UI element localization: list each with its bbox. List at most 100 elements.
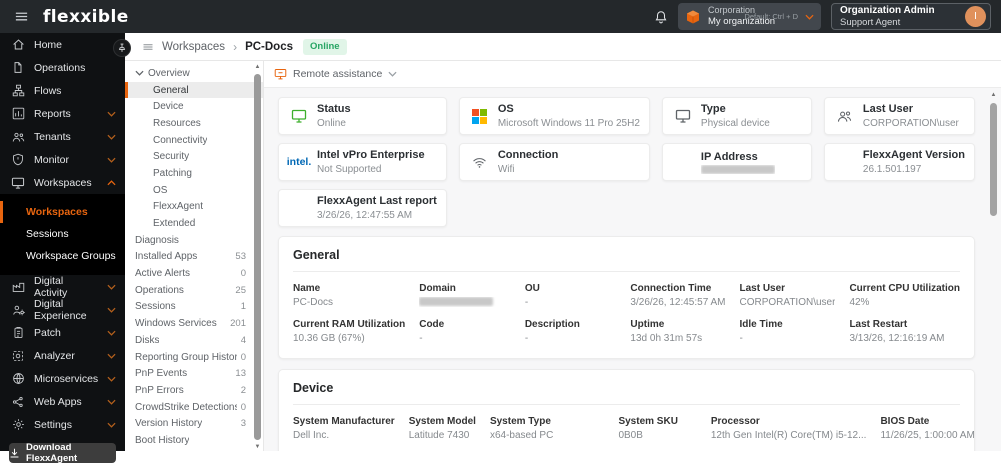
tree-item[interactable]: Operations 25 (125, 282, 263, 299)
field: Current CPU Utilization 42% (849, 283, 960, 308)
tree-item[interactable]: Windows Services 201 (125, 315, 263, 332)
tree-item[interactable]: Installed Apps 53 (125, 249, 263, 266)
breadcrumb-menu-icon[interactable] (142, 41, 154, 53)
field-value: x64-based PC (490, 430, 605, 441)
scrollbar-thumb[interactable] (254, 74, 261, 440)
download-flexxagent-button[interactable]: Download FlexxAgent (9, 443, 116, 463)
tree-item[interactable]: Extended (125, 215, 263, 232)
sidebar-subitem[interactable]: Workspaces (0, 201, 125, 223)
scrollbar-thumb[interactable] (990, 103, 997, 216)
field: Domain (419, 283, 511, 308)
tree-item-label: FlexxAgent (153, 201, 203, 212)
field-value: - (740, 333, 836, 344)
tree-item[interactable]: General (125, 82, 263, 99)
field-value: 0B0B (618, 430, 696, 441)
tree-item[interactable]: Patching (125, 165, 263, 182)
chevron-down-icon (107, 307, 116, 313)
sidebar-item[interactable]: Patch (0, 321, 125, 344)
breadcrumb-root-link[interactable]: Workspaces (162, 41, 225, 53)
sidebar-item[interactable]: Home (0, 33, 125, 56)
sidebar-item[interactable]: Workspaces (0, 171, 125, 194)
tree-item-label: Security (153, 151, 189, 162)
scroll-up-arrow[interactable]: ▲ (253, 64, 262, 70)
sidebar-subitem[interactable]: Sessions (0, 223, 125, 245)
sidebar-item[interactable]: Analyzer (0, 344, 125, 367)
card-value: 3/26/26, 12:47:55 AM (317, 209, 437, 222)
tree-item[interactable]: CrowdStrike Detections 0 (125, 399, 263, 416)
sidebar-item[interactable]: Reports (0, 102, 125, 125)
field: OU - (525, 283, 617, 308)
field-value (419, 297, 511, 307)
tree-item[interactable]: Diagnosis (125, 232, 263, 249)
field: Last User CORPORATION\user (740, 283, 836, 308)
tree-item[interactable]: Resources (125, 115, 263, 132)
card-body: IP Address (701, 150, 775, 173)
summary-card: Status Online (278, 97, 447, 135)
sidebar-item[interactable]: Monitor (0, 148, 125, 171)
download-label: Download FlexxAgent (26, 442, 116, 464)
field-label: Uptime (630, 319, 725, 330)
user-menu[interactable]: Organization Admin Support Agent I (831, 3, 991, 30)
scroll-down-arrow[interactable]: ▼ (253, 444, 262, 450)
sidebar-item[interactable]: Digital Experience (0, 298, 125, 321)
tree-item[interactable]: Security (125, 148, 263, 165)
tree-item[interactable]: Connectivity (125, 132, 263, 149)
sidebar-subitem-label: Workspace Groups (26, 250, 116, 262)
tree-item[interactable]: Active Alerts 0 (125, 265, 263, 282)
download-icon (9, 448, 20, 459)
tree-item[interactable]: Sessions 1 (125, 299, 263, 316)
card-body: FlexxAgent Last report 3/26/26, 12:47:55… (317, 194, 437, 221)
sidebar-item-icon (11, 350, 25, 362)
notifications-bell-icon[interactable] (654, 10, 668, 24)
tree-item[interactable]: Version History 3 (125, 415, 263, 432)
field-label: System SKU (618, 416, 696, 427)
avatar[interactable]: I (965, 6, 986, 27)
chevron-down-icon (107, 422, 116, 428)
tree-item-label: Connectivity (153, 135, 207, 146)
tenant-selector[interactable]: Corporation My organization Default: Ctr… (678, 3, 821, 30)
tree-item-count: 201 (226, 318, 246, 329)
sidebar-item-label: Web Apps (34, 396, 82, 408)
tree-item[interactable]: Boot History (125, 432, 263, 449)
field-label: Idle Time (740, 319, 836, 330)
sidebar-subitem[interactable]: Workspace Groups (0, 245, 125, 267)
sidebar-item[interactable]: Operations (0, 56, 125, 79)
sidebar-item-icon (11, 396, 25, 408)
sidebar-item[interactable]: Flows (0, 79, 125, 102)
field-value: Latitude 7430 (409, 430, 476, 441)
main-scrollbar[interactable]: ▲ (989, 92, 998, 445)
remote-assistance-button[interactable]: Remote assistance (274, 68, 397, 80)
menu-toggle-icon[interactable] (14, 9, 29, 24)
tree-item[interactable]: PnP Events 13 (125, 365, 263, 382)
sidebar-item-label: Operations (34, 62, 85, 74)
tree-item[interactable]: OS (125, 182, 263, 199)
tree-item[interactable]: PnP Errors 2 (125, 382, 263, 399)
tree-item-label: Diagnosis (135, 235, 179, 246)
sidebar-item[interactable]: Microservices (0, 367, 125, 390)
chevron-down-icon (107, 157, 116, 163)
tenant-shortcut-hint: Default: Ctrl + D (744, 12, 798, 21)
sidebar-item[interactable]: Tenants (0, 125, 125, 148)
breadcrumb-current: PC-Docs (245, 41, 293, 53)
tree-item[interactable]: Reporting Group History 0 (125, 349, 263, 366)
field-value: 3/26/26, 12:45:57 AM (630, 297, 725, 308)
tree-scrollbar[interactable]: ▲ ▼ (253, 64, 262, 450)
tree-item-label: OS (153, 185, 167, 196)
detail-sections: General Name PC-Docs Domain (278, 236, 975, 451)
sidebar-pin-button[interactable] (113, 39, 131, 57)
tree-item[interactable]: FlexxAgent (125, 199, 263, 216)
sidebar-item[interactable]: Digital Activity (0, 275, 125, 298)
scroll-up-arrow[interactable]: ▲ (989, 92, 998, 98)
tree-item-label: Windows Services (135, 318, 217, 329)
card-title: Type (701, 102, 770, 116)
tree-item[interactable]: Overview (125, 65, 263, 82)
top-header: flexxible Corporation My organization De… (0, 0, 1001, 33)
field: Processor 12th Gen Intel(R) Core(TM) i5-… (711, 416, 867, 441)
sidebar-item-label: Settings (34, 419, 72, 431)
tree-item[interactable]: Disks 4 (125, 332, 263, 349)
tree-item[interactable]: Device (125, 98, 263, 115)
field-label: Last Restart (849, 319, 960, 330)
detail-section: Device System Manufacturer Dell Inc. Sys… (278, 369, 975, 451)
sidebar-item[interactable]: Settings (0, 413, 125, 436)
sidebar-item[interactable]: Web Apps (0, 390, 125, 413)
